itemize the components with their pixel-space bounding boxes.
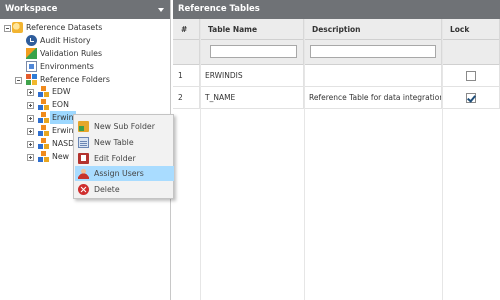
cell-lock-status <box>442 65 500 87</box>
tree-expand-toggle[interactable] <box>27 141 34 148</box>
reference-tables-header: Reference Tables <box>173 0 500 19</box>
tree-collapse-toggle[interactable] <box>15 77 22 84</box>
menu-item-edit-folder[interactable]: Edit Folder <box>75 151 174 166</box>
cell-lock-status <box>442 87 500 109</box>
filter-cell-number <box>173 40 200 65</box>
workspace-title: Workspace <box>5 4 58 14</box>
menu-item-new-table[interactable]: New Table <box>75 135 174 150</box>
filter-cell-lock <box>442 40 500 65</box>
folder-icon <box>38 151 49 162</box>
tree-node-label: Erwin <box>50 111 76 124</box>
tree-node-label: New <box>52 152 70 161</box>
menu-item-label: New Sub Folder <box>94 122 155 131</box>
environments-icon <box>26 61 37 72</box>
menu-item-label: Delete <box>94 185 120 194</box>
table-name-filter-input[interactable] <box>210 45 297 58</box>
cell-description <box>304 65 442 87</box>
tree-expand-toggle[interactable] <box>27 115 34 122</box>
lock-checkbox[interactable] <box>466 71 476 81</box>
tree-node-label: NASD <box>52 139 75 148</box>
tree-expand-toggle[interactable] <box>27 89 34 96</box>
tree-node-label: Audit History <box>40 36 91 45</box>
column-header-number[interactable]: # <box>173 19 200 40</box>
edit-folder-icon <box>78 153 89 164</box>
menu-item-assign-users[interactable]: Assign Users <box>75 166 174 181</box>
folder-context-menu: New Sub Folder New Table Edit Folder Ass… <box>73 114 174 199</box>
menu-item-new-sub-folder[interactable]: New Sub Folder <box>75 119 174 134</box>
folder-icon <box>38 112 49 123</box>
cell-description: Reference Table for data integration <box>304 87 442 109</box>
tree-node-label: Validation Rules <box>40 49 103 58</box>
folder-icon <box>38 125 49 136</box>
rules-icon <box>26 48 37 59</box>
new-folder-icon <box>78 121 89 132</box>
folder-icon <box>38 86 49 97</box>
tree-node-label: Reference Folders <box>40 75 110 84</box>
workspace-header: Workspace <box>0 0 170 19</box>
folders-icon <box>26 74 37 85</box>
history-icon <box>26 35 37 46</box>
tree-collapse-toggle[interactable] <box>4 25 11 32</box>
folder-icon <box>38 138 49 149</box>
table-header-row: # Table Name Description Lock Status <box>173 19 500 55</box>
menu-item-label: Assign Users <box>94 169 144 178</box>
filter-row <box>173 40 500 65</box>
cell-table-name: ERWINDIS <box>200 65 304 87</box>
tree-expand-toggle[interactable] <box>27 102 34 109</box>
assign-users-icon <box>78 168 89 179</box>
cell-table-name: T_NAME <box>200 87 304 109</box>
new-table-icon <box>78 137 89 148</box>
menu-item-label: New Table <box>94 138 134 147</box>
tree-node-label: Environments <box>40 62 94 71</box>
filter-cell-table-name <box>200 40 304 65</box>
column-divider <box>304 19 305 300</box>
description-filter-input[interactable] <box>310 45 436 58</box>
column-divider <box>442 19 443 300</box>
table-row[interactable]: 2 T_NAME Reference Table for data integr… <box>173 87 500 109</box>
tree-node-label: Erwin <box>52 126 74 135</box>
lock-checkbox[interactable] <box>466 93 476 103</box>
cell-number: 1 <box>173 65 200 87</box>
column-header-description[interactable]: Description <box>304 19 442 40</box>
tree-node-label: Reference Datasets <box>26 23 103 32</box>
table-row[interactable]: 1 ERWINDIS <box>173 65 500 87</box>
reference-tables-title: Reference Tables <box>178 4 260 14</box>
collapse-caret-icon[interactable] <box>158 8 164 12</box>
menu-item-delete[interactable]: Delete <box>75 182 174 197</box>
folder-icon <box>38 99 49 110</box>
column-header-lock-status[interactable]: Lock Status <box>442 19 500 55</box>
tree-node-label: EON <box>52 100 69 109</box>
column-divider <box>200 19 201 300</box>
tree-expand-toggle[interactable] <box>27 128 34 135</box>
cell-number: 2 <box>173 87 200 109</box>
column-header-table-name[interactable]: Table Name <box>200 19 304 40</box>
menu-item-label: Edit Folder <box>94 154 136 163</box>
reference-tables-panel: Reference Tables # Table Name Descriptio… <box>173 0 500 300</box>
delete-icon <box>78 184 89 195</box>
tree-expand-toggle[interactable] <box>27 154 34 161</box>
tree-node-label: EDW <box>52 87 71 96</box>
filter-cell-description <box>304 40 442 65</box>
database-icon <box>12 22 23 33</box>
